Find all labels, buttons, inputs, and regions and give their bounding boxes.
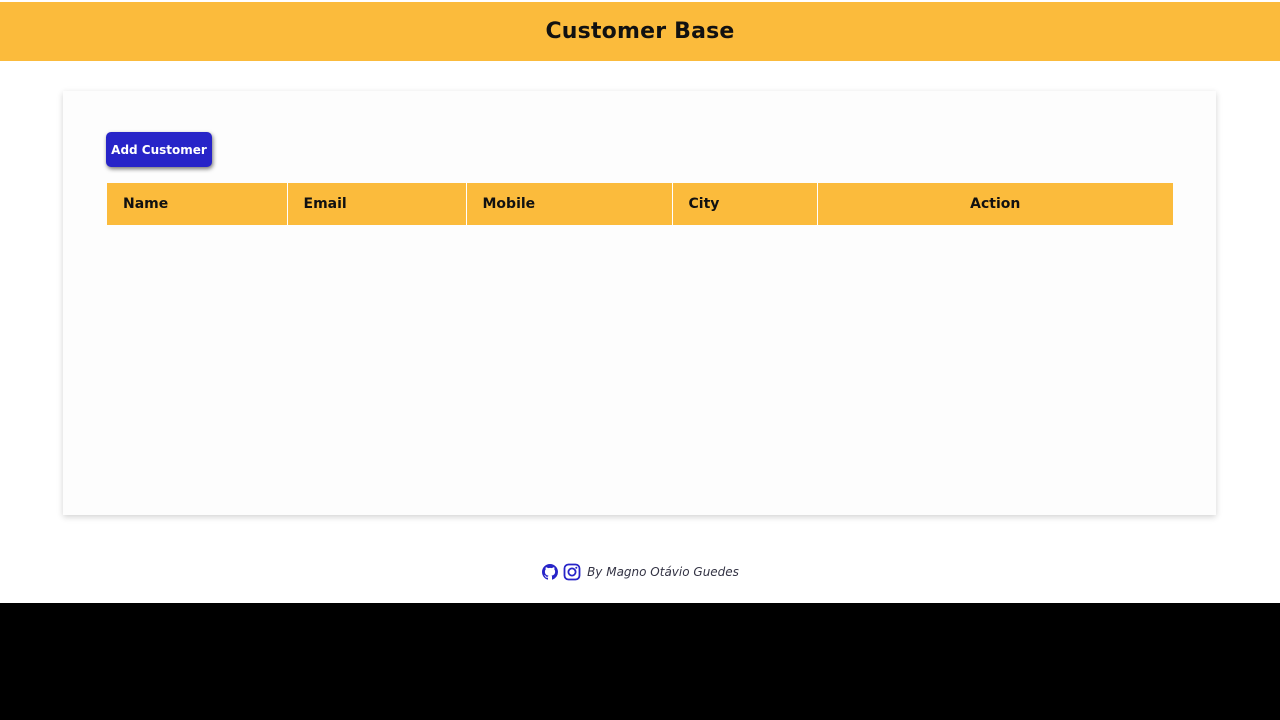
customer-table: Name Email Mobile City Action — [107, 183, 1173, 225]
page-title: Customer Base — [545, 19, 735, 44]
customer-card: Add Customer Name Email Mobile City Acti… — [63, 91, 1216, 515]
table-header-row: Name Email Mobile City Action — [107, 183, 1173, 225]
column-header-city: City — [672, 183, 818, 225]
footer: By Magno Otávio Guedes — [0, 560, 1280, 584]
app-header: Customer Base — [0, 2, 1280, 61]
column-header-email: Email — [287, 183, 467, 225]
github-icon[interactable] — [541, 563, 559, 581]
column-header-action: Action — [817, 183, 1173, 225]
add-customer-button[interactable]: Add Customer — [106, 132, 212, 167]
instagram-icon[interactable] — [563, 563, 581, 581]
column-header-mobile: Mobile — [466, 183, 673, 225]
page: Customer Base Add Customer Name Email Mo… — [0, 0, 1280, 603]
author-credit: By Magno Otávio Guedes — [587, 565, 739, 579]
column-header-name: Name — [107, 183, 288, 225]
